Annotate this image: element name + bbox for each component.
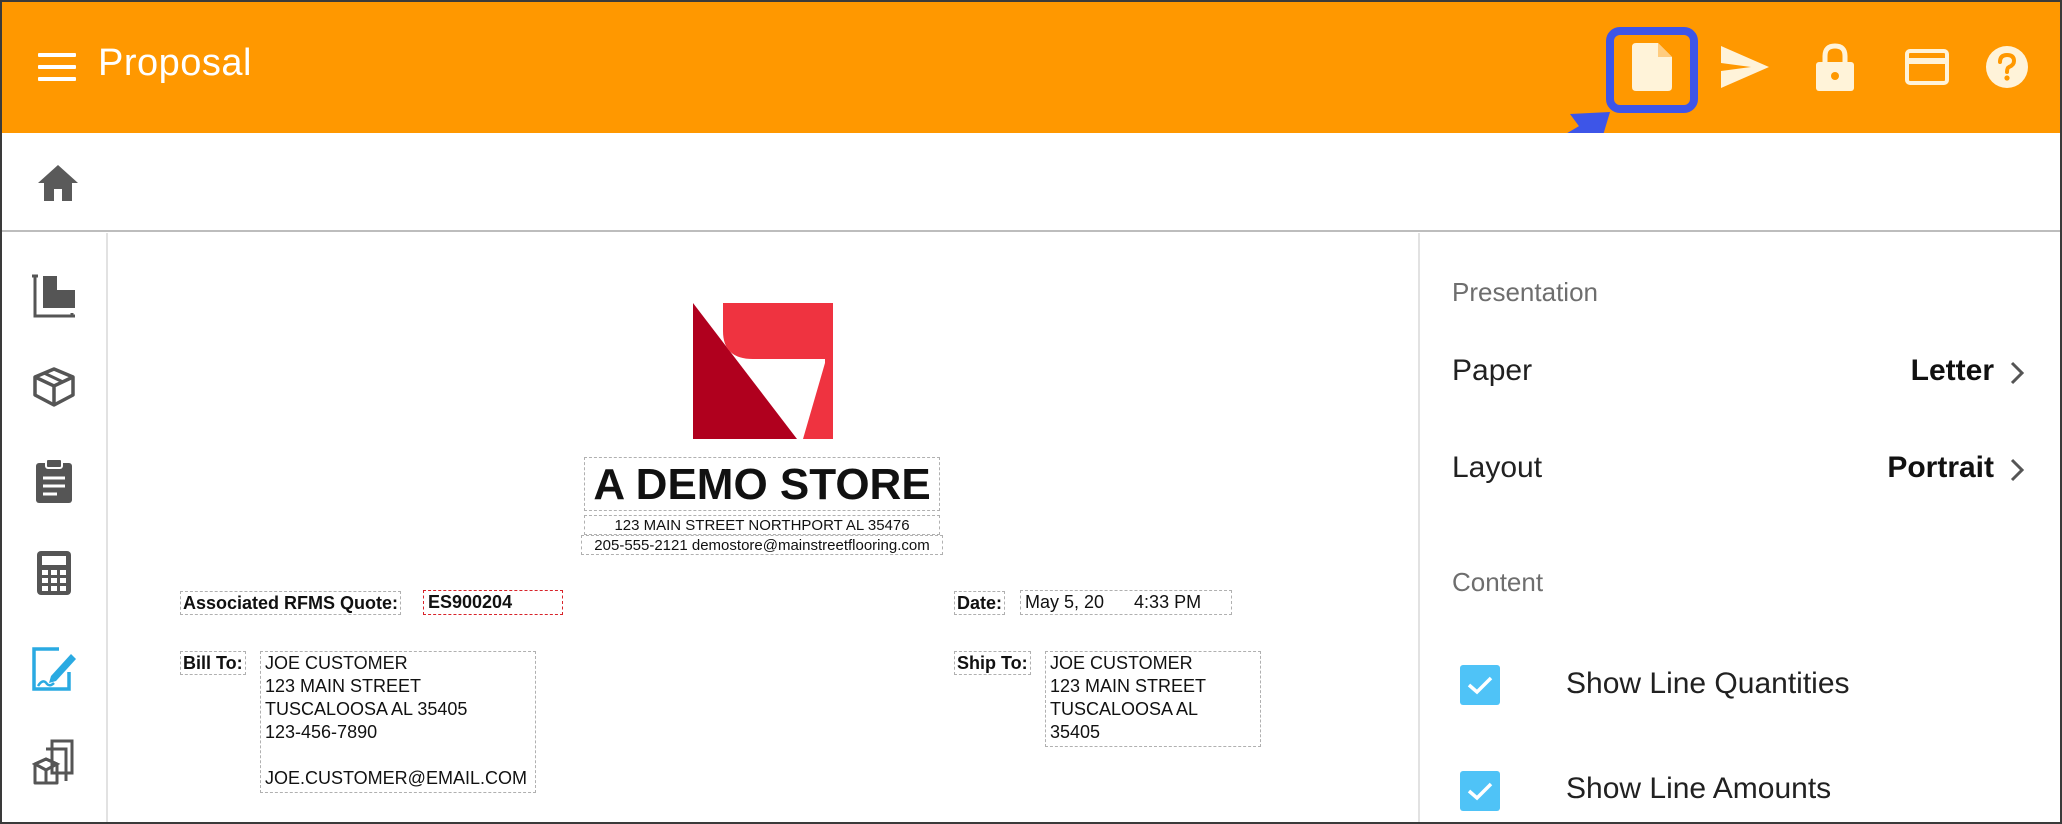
app-bar: Proposal [2, 2, 2060, 133]
ship-to-label: Ship To: [954, 651, 1031, 675]
send-icon[interactable] [1718, 40, 1772, 94]
floor-measure-icon[interactable] [28, 269, 80, 321]
boxes-icon[interactable] [28, 736, 80, 788]
app-window: Proposal A DEMO STORE 123 MAIN STREET NO… [0, 0, 2062, 824]
bill-to-street: 123 MAIN STREET [265, 676, 422, 696]
check-icon [1467, 782, 1493, 801]
quote-number[interactable]: ES900204 [423, 590, 563, 615]
date-value: May 5, 20 4:33 PM [1020, 590, 1232, 615]
lock-icon[interactable] [1808, 40, 1862, 94]
left-nav-rail [2, 233, 108, 822]
layout-row[interactable]: Layout Portrait [1420, 429, 2060, 509]
ship-to-zip: 35405 [1050, 722, 1101, 742]
ship-to-address: JOE CUSTOMER 123 MAIN STREET TUSCALOOSA … [1045, 651, 1261, 747]
chevron-right-icon [2010, 458, 2025, 482]
edit-document-icon[interactable] [28, 643, 80, 695]
chevron-right-icon [2010, 361, 2025, 385]
paper-value: Letter [1910, 354, 1994, 387]
breadcrumb [2, 133, 2060, 232]
presentation-heading: Presentation [1452, 277, 1598, 307]
settings-panel: Presentation Paper Letter Layout Portrai… [1418, 233, 2060, 822]
bill-to-address: JOE CUSTOMER 123 MAIN STREET TUSCALOOSA … [260, 651, 536, 793]
store-contact: 205-555-2121 demostore@mainstreetfloorin… [581, 535, 943, 555]
show-line-amounts-checkbox[interactable] [1460, 771, 1500, 811]
store-logo [693, 301, 833, 439]
credit-card-icon[interactable] [1900, 40, 1954, 94]
help-icon[interactable] [1980, 40, 2034, 94]
paper-row[interactable]: Paper Letter [1420, 332, 2060, 412]
date-label: Date: [954, 591, 1006, 615]
quote-label: Associated RFMS Quote: [180, 591, 402, 615]
hamburger-menu-icon[interactable] [38, 53, 76, 81]
ship-to-name: JOE CUSTOMER [1050, 653, 1193, 673]
check-icon [1467, 676, 1493, 695]
show-line-quantities-checkbox[interactable] [1460, 665, 1500, 705]
bill-to-label: Bill To: [180, 651, 246, 675]
home-icon[interactable] [36, 163, 80, 203]
paper-label: Paper [1452, 354, 1533, 387]
bill-to-city: TUSCALOOSA AL 35405 [265, 699, 468, 719]
highlight-box [1606, 27, 1698, 113]
layout-label: Layout [1452, 451, 1543, 484]
page-title: Proposal [98, 42, 252, 84]
ship-to-city: TUSCALOOSA AL [1050, 699, 1199, 719]
bill-to-name: JOE CUSTOMER [265, 653, 408, 673]
show-line-amounts-label[interactable]: Show Line Amounts [1566, 772, 1831, 806]
content-heading: Content [1452, 567, 1544, 597]
bill-to-email: JOE.CUSTOMER@EMAIL.COM [265, 768, 527, 788]
calculator-icon[interactable] [28, 547, 80, 599]
proposal-preview: A DEMO STORE 123 MAIN STREET NORTHPORT A… [110, 233, 1416, 822]
store-address: 123 MAIN STREET NORTHPORT AL 35476 [584, 515, 940, 535]
layout-value: Portrait [1887, 451, 1994, 484]
bill-to-phone: 123-456-7890 [265, 722, 378, 742]
show-line-quantities-label[interactable]: Show Line Quantities [1566, 667, 1850, 701]
package-icon[interactable] [28, 361, 80, 413]
store-name: A DEMO STORE [584, 457, 940, 511]
ship-to-street: 123 MAIN STREET [1050, 676, 1207, 696]
clipboard-icon[interactable] [28, 455, 80, 507]
